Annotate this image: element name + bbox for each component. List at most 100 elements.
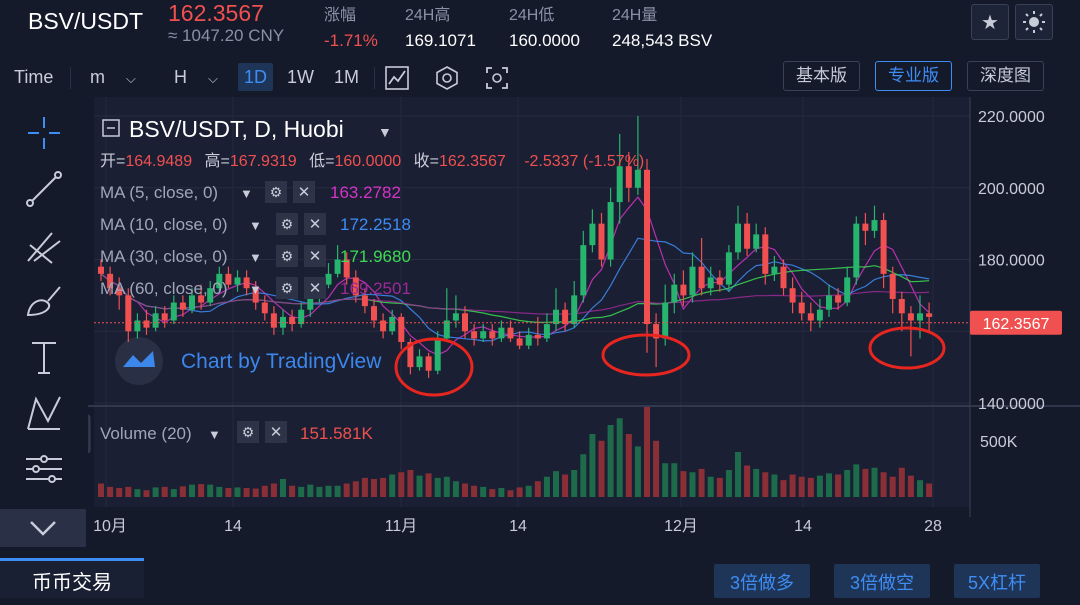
tab-spot-trading[interactable]: 币币交易 xyxy=(0,558,144,598)
measure-tool-icon[interactable] xyxy=(22,447,66,491)
legend-symbol[interactable]: BSV/USDT, D, Huobi xyxy=(129,116,344,142)
stat-24h-low: 24H低 160.0000 xyxy=(509,1,580,51)
volume-bar xyxy=(443,476,450,497)
chevron-down-icon[interactable]: ▼ xyxy=(249,250,262,265)
candle-body xyxy=(607,202,614,260)
volume-bar xyxy=(744,465,751,497)
volume-bar xyxy=(325,485,332,497)
volume-bar xyxy=(616,418,623,497)
candle-body xyxy=(689,266,696,296)
divider xyxy=(374,67,375,89)
candle-body xyxy=(853,223,860,278)
volume-bar xyxy=(716,477,723,497)
candle-body xyxy=(261,302,268,314)
volume-bar xyxy=(343,483,350,497)
time-tick-label: 12月 xyxy=(664,518,698,535)
volume-bar xyxy=(889,476,896,497)
candle-body xyxy=(516,338,523,346)
version-depth[interactable]: 深度图 xyxy=(967,61,1044,91)
favorite-button[interactable]: ★ xyxy=(971,4,1009,40)
high-label: 高= xyxy=(205,152,230,170)
volume-bar xyxy=(189,484,195,497)
indicator-value: 151.581K xyxy=(300,424,373,443)
indicator-name: MA (10, close, 0) xyxy=(100,215,228,234)
price-chart[interactable]: Chart by TradingView 162.3567 220.0000 20… xyxy=(88,97,1080,547)
volume-bar xyxy=(862,468,869,497)
candle-body xyxy=(462,313,468,332)
minute-selector[interactable]: m ⌵ xyxy=(84,63,142,91)
hour-selector[interactable]: H ⌵ xyxy=(168,63,224,91)
candle-body xyxy=(580,245,587,296)
candle-body xyxy=(634,169,641,188)
volume-bar xyxy=(134,489,141,497)
interval-1m[interactable]: 1M xyxy=(328,63,365,91)
trend-line-icon[interactable] xyxy=(22,167,66,211)
high-value: 167.9319 xyxy=(230,153,297,170)
candle-body xyxy=(143,320,150,328)
close-glyph: ✕ xyxy=(309,280,322,297)
time-tick-label: 14 xyxy=(224,518,242,535)
close-glyph: ✕ xyxy=(309,248,322,265)
short-3x-button[interactable]: 3倍做空 xyxy=(834,564,930,598)
indicator-name: MA (5, close, 0) xyxy=(100,183,218,202)
more-tools-button[interactable] xyxy=(0,509,86,547)
volume-bar xyxy=(907,475,914,497)
theme-toggle-button[interactable] xyxy=(1015,4,1053,40)
candle-body xyxy=(125,295,132,332)
candle-body xyxy=(862,223,869,231)
volume-bar xyxy=(789,474,796,497)
volume-bar xyxy=(798,476,805,497)
volume-bar xyxy=(434,477,441,497)
volume-bar xyxy=(216,486,223,497)
volume-bar xyxy=(671,463,678,497)
version-basic[interactable]: 基本版 xyxy=(783,61,860,91)
volume-bar xyxy=(634,446,641,497)
crosshair-icon[interactable] xyxy=(22,111,66,155)
version-pro[interactable]: 专业版 xyxy=(875,61,952,91)
long-3x-button[interactable]: 3倍做多 xyxy=(714,564,810,598)
candle-body xyxy=(780,266,787,289)
indicators-icon[interactable] xyxy=(434,65,460,91)
candle-body xyxy=(826,295,832,310)
volume-bar xyxy=(170,489,177,497)
volume-bar xyxy=(853,464,860,497)
chevron-down-icon[interactable]: ▼ xyxy=(249,218,262,233)
sidebar-collapse-handle[interactable] xyxy=(88,414,91,454)
interval-1d[interactable]: 1D xyxy=(238,63,274,91)
text-tool-icon[interactable] xyxy=(22,335,66,379)
pattern-tool-icon[interactable] xyxy=(22,391,66,435)
screenshot-icon[interactable] xyxy=(484,65,510,91)
candle-body xyxy=(707,277,714,289)
close-value: 162.3567 xyxy=(439,153,506,170)
chevron-down-icon[interactable]: ▼ xyxy=(240,186,253,201)
gear-icon: ⚙ xyxy=(270,184,283,200)
brush-icon[interactable] xyxy=(22,279,66,323)
volume-bar xyxy=(580,454,587,497)
margin-5x-button[interactable]: 5X杠杆 xyxy=(954,564,1040,598)
chevron-down-icon: ⌵ xyxy=(126,71,136,86)
pitchfork-icon[interactable] xyxy=(22,223,66,267)
volume-bar xyxy=(425,473,432,497)
candle-body xyxy=(662,302,669,339)
volume-bar xyxy=(871,467,878,497)
stat-label: 24H量 xyxy=(612,7,658,24)
time-tick-label: 14 xyxy=(509,518,527,535)
stat-24h-volume: 24H量 248,543 BSV xyxy=(612,1,712,51)
volume-bar xyxy=(234,487,241,497)
candle-body xyxy=(753,234,760,249)
volume-bar xyxy=(452,481,459,497)
pair-name[interactable]: BSV/USDT xyxy=(28,8,143,35)
chevron-down-icon[interactable]: ▼ xyxy=(249,282,262,297)
close-glyph: ✕ xyxy=(298,184,311,201)
chart-type-icon[interactable] xyxy=(384,65,410,91)
volume-bar xyxy=(780,480,787,497)
volume-bar xyxy=(498,488,505,497)
candle-body xyxy=(898,298,905,314)
time-selector[interactable]: Time xyxy=(8,63,59,91)
volume-bar xyxy=(507,490,514,497)
volume-bar xyxy=(471,485,478,497)
interval-1w[interactable]: 1W xyxy=(281,63,320,91)
chevron-down-icon[interactable]: ▼ xyxy=(378,124,392,140)
volume-bar xyxy=(316,486,323,497)
chevron-down-icon[interactable]: ▼ xyxy=(208,427,221,442)
